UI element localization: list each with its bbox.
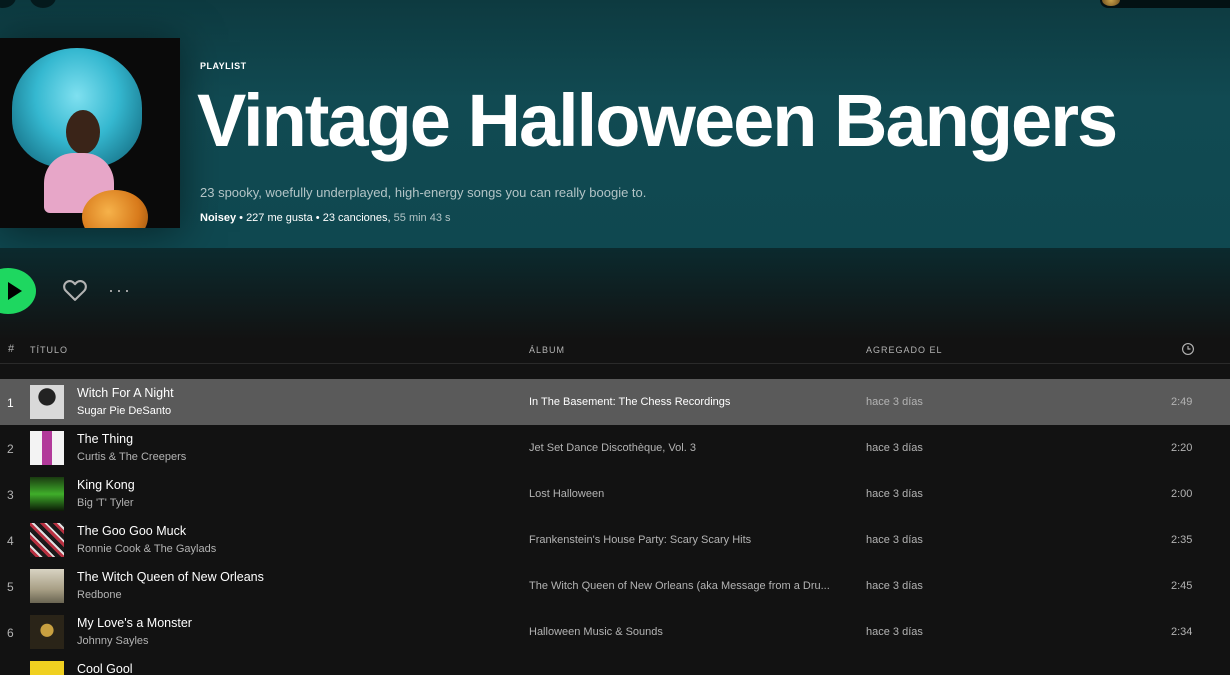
track-list: 1 Witch For A Night Sugar Pie DeSanto In… <box>0 379 1230 675</box>
heart-icon <box>63 280 87 301</box>
track-number: 3 <box>7 488 14 502</box>
track-title[interactable]: Witch For A Night <box>77 386 174 400</box>
page-title: Vintage Halloween Bangers <box>197 79 1118 162</box>
album-thumbnail <box>30 569 64 603</box>
track-duration: 2:34 <box>1171 626 1193 638</box>
forward-button[interactable] <box>30 0 56 8</box>
track-number: 1 <box>7 396 14 410</box>
track-title[interactable]: My Love's a Monster <box>77 616 192 630</box>
track-date-added: hace 3 días <box>866 442 923 454</box>
clock-icon <box>1182 343 1194 355</box>
album-thumbnail <box>30 385 64 419</box>
table-row[interactable]: 1 Witch For A Night Sugar Pie DeSanto In… <box>0 379 1230 425</box>
track-number: 6 <box>7 626 14 640</box>
track-table-header: # TÍTULO ÁLBUM AGREGADO EL <box>0 336 1230 364</box>
track-date-added: hace 3 días <box>866 626 923 638</box>
header-number: # <box>8 343 16 355</box>
track-album[interactable]: The Witch Queen of New Orleans (aka Mess… <box>529 580 830 592</box>
track-title[interactable]: King Kong <box>77 478 135 492</box>
track-duration: 2:35 <box>1171 534 1193 546</box>
track-duration: 2:00 <box>1171 488 1193 500</box>
track-title[interactable]: Cool Gool <box>77 662 133 675</box>
track-number: 5 <box>7 580 14 594</box>
track-date-added: hace 3 días <box>866 488 923 500</box>
track-duration: 2:20 <box>1171 442 1193 454</box>
play-icon <box>8 282 22 300</box>
playlist-likes: 227 me gusta <box>246 212 313 224</box>
track-album[interactable]: Frankenstein's House Party: Scary Scary … <box>529 534 751 546</box>
track-album[interactable]: Lost Halloween <box>529 488 604 500</box>
like-button[interactable] <box>60 276 90 304</box>
playlist-description: 23 spooky, woefully underplayed, high-en… <box>200 185 647 200</box>
track-album[interactable]: Halloween Music & Sounds <box>529 626 663 638</box>
track-date-added: hace 3 días <box>866 396 923 408</box>
track-artist[interactable]: Sugar Pie DeSanto <box>77 405 171 417</box>
back-button[interactable] <box>0 0 16 8</box>
track-album[interactable]: Jet Set Dance Discothèque, Vol. 3 <box>529 442 696 454</box>
track-title[interactable]: The Thing <box>77 432 133 446</box>
table-row[interactable]: 2 The Thing Curtis & The Creepers Jet Se… <box>0 425 1230 471</box>
header-album[interactable]: ÁLBUM <box>529 345 565 355</box>
track-date-added: hace 3 días <box>866 580 923 592</box>
avatar <box>1102 0 1120 6</box>
track-album[interactable]: In The Basement: The Chess Recordings <box>529 396 730 408</box>
table-row[interactable]: 3 King Kong Big 'T' Tyler Lost Halloween… <box>0 471 1230 517</box>
album-thumbnail <box>30 431 64 465</box>
playlist-song-count: 23 canciones, <box>322 212 391 224</box>
table-row[interactable]: 5 The Witch Queen of New Orleans Redbone… <box>0 563 1230 609</box>
user-menu-button[interactable] <box>1100 0 1230 8</box>
playlist-header: PLAYLIST Vintage Halloween Bangers 23 sp… <box>0 0 1230 248</box>
album-thumbnail <box>30 615 64 649</box>
track-number: 2 <box>7 442 14 456</box>
header-date-added[interactable]: AGREGADO EL <box>866 345 943 355</box>
track-duration: 2:49 <box>1171 396 1193 408</box>
table-row[interactable]: 4 The Goo Goo Muck Ronnie Cook & The Gay… <box>0 517 1230 563</box>
track-date-added: hace 3 días <box>866 534 923 546</box>
play-button[interactable] <box>0 268 36 314</box>
playlist-cover-image <box>0 38 180 228</box>
track-title[interactable]: The Goo Goo Muck <box>77 524 186 538</box>
track-artist[interactable]: Big 'T' Tyler <box>77 497 134 509</box>
album-thumbnail <box>30 523 64 557</box>
more-options-button[interactable]: ··· <box>108 280 132 300</box>
track-title[interactable]: The Witch Queen of New Orleans <box>77 570 264 584</box>
track-artist[interactable]: Redbone <box>77 589 122 601</box>
table-row[interactable]: 6 My Love's a Monster Johnny Sayles Hall… <box>0 609 1230 655</box>
header-title[interactable]: TÍTULO <box>30 345 68 355</box>
track-artist[interactable]: Ronnie Cook & The Gaylads <box>77 543 216 555</box>
track-artist[interactable]: Curtis & The Creepers <box>77 451 186 463</box>
playlist-owner-link[interactable]: Noisey <box>200 212 236 224</box>
playlist-type-label: PLAYLIST <box>200 61 247 71</box>
action-bar: ··· <box>0 248 1230 340</box>
table-row[interactable]: Cool Gool <box>0 655 1230 675</box>
album-thumbnail <box>30 477 64 511</box>
playlist-meta: Noisey • 227 me gusta • 23 canciones, 55… <box>200 212 451 224</box>
track-duration: 2:45 <box>1171 580 1193 592</box>
track-number: 4 <box>7 534 14 548</box>
track-artist[interactable]: Johnny Sayles <box>77 635 149 647</box>
header-duration[interactable] <box>1181 342 1195 358</box>
playlist-duration: 55 min 43 s <box>393 212 451 224</box>
album-thumbnail <box>30 661 64 675</box>
